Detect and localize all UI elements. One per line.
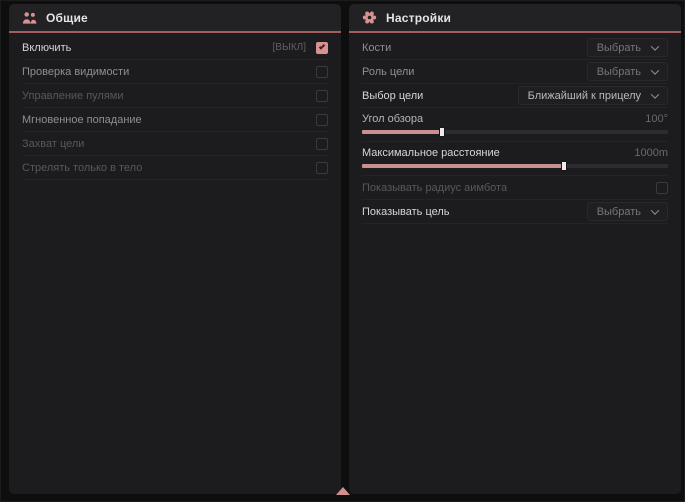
enable-checkbox[interactable]: [316, 42, 328, 54]
row-bones: Кости Выбрать: [362, 36, 668, 60]
chevron-down-icon: [651, 66, 659, 74]
dropdown-value: Выбрать: [597, 206, 641, 218]
users-icon: [22, 11, 37, 25]
panel-general: Общие Включить [ВЫКЛ] Проверка видимости…: [9, 4, 341, 494]
row-show-aimbot-radius: Показывать радиус аимбота: [362, 176, 668, 200]
slider-fill: [362, 130, 442, 134]
slider-fill: [362, 164, 564, 168]
row-label: Кости: [362, 42, 391, 54]
slider-thumb[interactable]: [439, 127, 445, 137]
mod-menu: Общие Включить [ВЫКЛ] Проверка видимости…: [0, 0, 685, 502]
row-label: Роль цели: [362, 66, 414, 78]
bullet-control-checkbox[interactable]: [316, 90, 328, 102]
chevron-down-icon: [651, 42, 659, 50]
chevron-down-icon: [651, 206, 659, 214]
settings-rows: Кости Выбрать Роль цели Выбрать Выбор це…: [349, 33, 681, 224]
dropdown-value: Выбрать: [597, 42, 641, 54]
dropdown-value: Выбрать: [597, 66, 641, 78]
panel-title: Настройки: [386, 11, 451, 25]
max-distance-slider[interactable]: [362, 164, 668, 168]
row-label: Включить: [22, 42, 71, 54]
row-target-select: Выбор цели Ближайший к прицелу: [362, 84, 668, 108]
row-label: Показывать цель: [362, 206, 450, 218]
slider-thumb[interactable]: [561, 161, 567, 171]
visibility-check-checkbox[interactable]: [316, 66, 328, 78]
row-label: Стрелять только в тело: [22, 162, 142, 174]
instant-hit-checkbox[interactable]: [316, 114, 328, 126]
row-target-role: Роль цели Выбрать: [362, 60, 668, 84]
bones-dropdown[interactable]: Выбрать: [587, 38, 668, 57]
target-lock-checkbox[interactable]: [316, 138, 328, 150]
row-body-only: Стрелять только в тело: [22, 156, 328, 180]
general-rows: Включить [ВЫКЛ] Проверка видимости Управ…: [9, 33, 341, 180]
show-target-dropdown[interactable]: Выбрать: [587, 202, 668, 221]
body-only-checkbox[interactable]: [316, 162, 328, 174]
check-icon: [319, 43, 325, 49]
row-show-target: Показывать цель Выбрать: [362, 200, 668, 224]
row-label: Показывать радиус аимбота: [362, 182, 507, 194]
slider-value: 100°: [645, 113, 668, 125]
row-max-distance: Максимальное расстояние 1000m: [362, 142, 668, 176]
slider-value: 1000m: [634, 147, 668, 159]
gear-icon: [362, 10, 377, 25]
row-label: Максимальное расстояние: [362, 147, 500, 159]
dropdown-value: Ближайший к прицелу: [528, 90, 641, 102]
fov-slider[interactable]: [362, 130, 668, 134]
row-label: Захват цели: [22, 138, 84, 150]
show-aimbot-radius-checkbox[interactable]: [656, 182, 668, 194]
panel-title: Общие: [46, 11, 88, 25]
target-select-dropdown[interactable]: Ближайший к прицелу: [518, 86, 668, 105]
row-label: Управление пулями: [22, 90, 124, 102]
panel-settings-header[interactable]: Настройки: [349, 4, 681, 31]
row-enable: Включить [ВЫКЛ]: [22, 36, 328, 60]
row-label: Угол обзора: [362, 113, 423, 125]
chevron-down-icon: [651, 90, 659, 98]
state-text: [ВЫКЛ]: [273, 42, 306, 53]
row-label: Выбор цели: [362, 90, 423, 102]
panel-settings: Настройки Кости Выбрать Роль цели Выбрат…: [349, 4, 681, 494]
target-role-dropdown[interactable]: Выбрать: [587, 62, 668, 81]
scroll-up-icon[interactable]: [336, 487, 350, 495]
row-label: Мгновенное попадание: [22, 114, 142, 126]
row-bullet-control: Управление пулями: [22, 84, 328, 108]
row-instant-hit: Мгновенное попадание: [22, 108, 328, 132]
row-label: Проверка видимости: [22, 66, 129, 78]
row-visibility-check: Проверка видимости: [22, 60, 328, 84]
panel-general-header[interactable]: Общие: [9, 4, 341, 31]
row-target-lock: Захват цели: [22, 132, 328, 156]
row-fov: Угол обзора 100°: [362, 108, 668, 142]
